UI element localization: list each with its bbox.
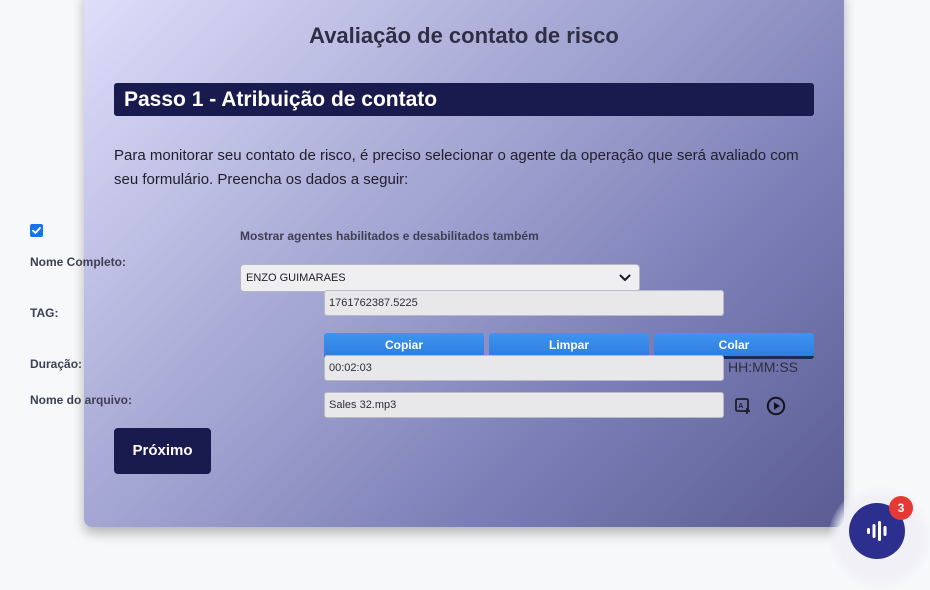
next-button[interactable]: Próximo — [114, 428, 211, 474]
name-label: Nome Completo: — [30, 255, 126, 269]
transcript-icon[interactable]: A — [733, 396, 753, 416]
agent-select-value: ENZO GUIMARAES — [246, 272, 346, 284]
voice-assistant-icon — [867, 521, 887, 541]
svg-text:A: A — [738, 403, 743, 410]
tag-input[interactable]: 1761762387.5225 — [324, 290, 724, 316]
duration-label: Duração: — [30, 357, 83, 371]
duration-input[interactable]: 00:02:03 — [324, 355, 724, 381]
show-all-agents-checkbox[interactable] — [30, 224, 43, 237]
file-name-label: Nome do arquivo: — [30, 393, 133, 407]
tag-label: TAG: — [30, 306, 59, 320]
agent-select[interactable]: ENZO GUIMARAES — [240, 264, 640, 292]
file-name-input[interactable]: Sales 32.mp3 — [324, 392, 724, 418]
checkmark-icon — [32, 227, 41, 234]
play-icon[interactable] — [766, 396, 786, 416]
duration-format: HH:MM:SS — [728, 359, 798, 375]
intro-text: Para monitorar seu contato de risco, é p… — [114, 147, 799, 188]
page-title: Avaliação de contato de risco — [309, 23, 619, 48]
chevron-down-icon — [619, 274, 631, 281]
notification-badge: 3 — [889, 496, 913, 520]
step-banner: Passo 1 - Atribuição de contato — [114, 83, 814, 116]
show-all-agents-label: Mostrar agentes habilitados e desabilita… — [240, 229, 539, 243]
